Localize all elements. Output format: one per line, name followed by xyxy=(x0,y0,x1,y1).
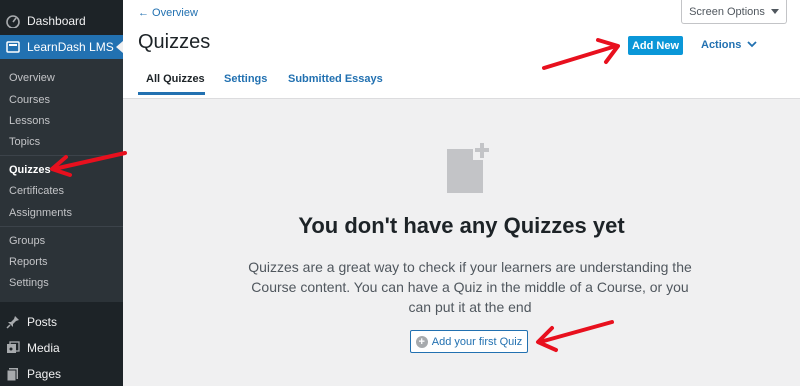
actions-dropdown[interactable]: Actions xyxy=(701,39,757,51)
tab-submitted-essays[interactable]: Submitted Essays xyxy=(288,73,383,85)
menu-pages[interactable]: Pages xyxy=(0,361,123,386)
add-first-quiz-button[interactable]: + Add your first Quiz xyxy=(410,330,528,353)
annotation-arrow-add-new xyxy=(542,38,620,70)
actions-label: Actions xyxy=(701,39,742,51)
active-tab-indicator xyxy=(138,92,205,95)
caret-down-icon xyxy=(770,6,779,18)
media-icon xyxy=(6,341,20,355)
page-title: Quizzes xyxy=(138,31,211,53)
empty-state-title: You don't have any Quizzes yet xyxy=(298,213,625,238)
plus-circle-icon: + xyxy=(415,335,428,348)
pushpin-icon xyxy=(6,315,20,329)
submenu-certificates[interactable]: Certificates xyxy=(9,184,64,198)
submenu-settings[interactable]: Settings xyxy=(9,276,49,290)
pages-icon xyxy=(6,367,20,381)
submenu-overview[interactable]: Overview xyxy=(9,71,55,85)
menu-learndash[interactable]: LearnDash LMS xyxy=(0,35,123,59)
admin-sidebar: Dashboard LearnDash LMS Overview Courses… xyxy=(0,0,123,386)
add-new-button[interactable]: Add New xyxy=(628,36,683,55)
submenu-assignments[interactable]: Assignments xyxy=(9,206,72,220)
empty-state-description: Quizzes are a great way to check if your… xyxy=(248,259,692,315)
submenu-divider xyxy=(0,226,123,227)
tab-all-quizzes[interactable]: All Quizzes xyxy=(146,73,205,85)
document-plus-icon xyxy=(447,141,492,193)
menu-media-label: Media xyxy=(27,341,60,355)
menu-dashboard[interactable]: Dashboard xyxy=(0,8,123,34)
submenu-lessons[interactable]: Lessons xyxy=(9,114,50,128)
submenu-topics[interactable]: Topics xyxy=(9,135,40,149)
screen-options-label: Screen Options xyxy=(689,5,765,18)
menu-posts[interactable]: Posts xyxy=(0,309,123,335)
menu-pages-label: Pages xyxy=(27,367,62,381)
tab-settings[interactable]: Settings xyxy=(224,73,267,85)
chevron-down-icon xyxy=(747,39,757,51)
submenu-groups[interactable]: Groups xyxy=(9,234,45,248)
breadcrumb-overview-link[interactable]: ← Overview xyxy=(138,7,198,19)
annotation-arrow-add-first-quiz xyxy=(536,320,614,352)
dashboard-icon xyxy=(6,14,20,28)
menu-media[interactable]: Media xyxy=(0,335,123,361)
submenu-reports[interactable]: Reports xyxy=(9,255,48,269)
add-first-quiz-label: Add your first Quiz xyxy=(431,335,523,348)
annotation-arrow-quizzes xyxy=(50,151,127,177)
screen-options-button[interactable]: Screen Options xyxy=(681,0,787,24)
menu-learndash-label: LearnDash LMS xyxy=(27,40,114,54)
menu-posts-label: Posts xyxy=(27,315,58,329)
menu-dashboard-label: Dashboard xyxy=(27,14,86,28)
learndash-icon xyxy=(6,40,20,54)
submenu-courses[interactable]: Courses xyxy=(9,93,50,107)
